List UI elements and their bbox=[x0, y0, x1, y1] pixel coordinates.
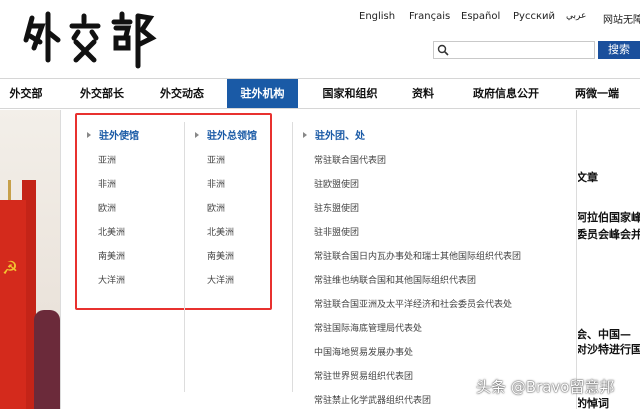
search-button[interactable]: 搜索 bbox=[598, 41, 640, 59]
embassies-heading[interactable]: 驻外使馆 bbox=[87, 127, 139, 142]
nav-item-countries[interactable]: 国家和组织 bbox=[311, 79, 389, 108]
lang-spanish-link[interactable]: Español bbox=[461, 11, 500, 22]
consulates-heading[interactable]: 驻外总领馆 bbox=[195, 127, 257, 142]
mission-link[interactable]: 常驻禁止化学武器组织代表团 bbox=[314, 393, 431, 406]
triangle-right-icon bbox=[87, 132, 91, 138]
consulate-region-link[interactable]: 非洲 bbox=[207, 177, 225, 190]
search-input[interactable] bbox=[452, 43, 592, 57]
mission-link[interactable]: 中国海地贸易发展办事处 bbox=[314, 345, 413, 358]
person-figure bbox=[34, 310, 60, 409]
mission-link[interactable]: 常驻世界贸易组织代表团 bbox=[314, 369, 413, 382]
nav-item-activities[interactable]: 外交动态 bbox=[146, 79, 218, 108]
mission-link[interactable]: 常驻联合国亚洲及太平洋经济和社会委员会代表处 bbox=[314, 297, 512, 310]
embassy-region-link[interactable]: 非洲 bbox=[98, 177, 116, 190]
nav-item-gov-info[interactable]: 政府信息公开 bbox=[462, 79, 550, 108]
embassies-title: 驻外使馆 bbox=[99, 131, 139, 142]
embassy-region-link[interactable]: 大洋洲 bbox=[98, 273, 125, 286]
news-photo[interactable]: ☭ bbox=[0, 110, 60, 409]
consulate-region-link[interactable]: 欧洲 bbox=[207, 201, 225, 214]
nav-item-resources[interactable]: 资料 bbox=[400, 79, 446, 108]
site-header: English Français Español Русский عربي 网站… bbox=[0, 0, 640, 76]
news-headline[interactable]: 文章 bbox=[578, 169, 598, 185]
mission-link[interactable]: 驻欧盟使团 bbox=[314, 177, 359, 190]
watermark-text: 头条 @Bravo留意邦 bbox=[476, 378, 615, 396]
lang-arabic-link[interactable]: عربي bbox=[566, 11, 586, 21]
consulate-region-link[interactable]: 北美洲 bbox=[207, 225, 234, 238]
language-bar: English Français Español Русский عربي 网站… bbox=[0, 11, 640, 26]
party-flag bbox=[0, 200, 26, 409]
news-headline[interactable]: 委员会峰会并对 bbox=[578, 226, 640, 242]
column-divider bbox=[292, 122, 293, 392]
mission-link[interactable]: 驻东盟使团 bbox=[314, 201, 359, 214]
news-headline[interactable]: 对沙特进行国 bbox=[578, 341, 640, 357]
accessibility-link[interactable]: 网站无障碍 bbox=[603, 11, 640, 26]
triangle-right-icon bbox=[195, 132, 199, 138]
consulate-region-link[interactable]: 亚洲 bbox=[207, 153, 225, 166]
main-nav: 外交部 外交部长 外交动态 驻外机构 国家和组织 资料 政府信息公开 两微一端 bbox=[0, 78, 640, 109]
news-list: 文章 阿拉伯国家峰 委员会峰会并对 会、中国— 对沙特进行国 的悼词 bbox=[578, 110, 640, 409]
mission-link[interactable]: 驻非盟使团 bbox=[314, 225, 359, 238]
consulate-region-link[interactable]: 南美洲 bbox=[207, 249, 234, 262]
news-headline[interactable]: 的悼词 bbox=[578, 395, 609, 409]
nav-item-minister[interactable]: 外交部长 bbox=[64, 79, 140, 108]
search-box bbox=[433, 41, 595, 59]
mission-link[interactable]: 常驻维也纳联合国和其他国际组织代表团 bbox=[314, 273, 476, 286]
missions-dropdown: 驻外使馆 亚洲 非洲 欧洲 北美洲 南美洲 大洋洲 驻外总领馆 亚洲 非洲 欧洲… bbox=[60, 110, 577, 409]
embassy-region-link[interactable]: 欧洲 bbox=[98, 201, 116, 214]
search-icon bbox=[437, 44, 449, 56]
embassy-region-link[interactable]: 北美洲 bbox=[98, 225, 125, 238]
hammer-sickle-icon: ☭ bbox=[2, 258, 19, 279]
missions-heading[interactable]: 驻外团、处 bbox=[303, 127, 365, 142]
news-headline[interactable]: 阿拉伯国家峰 bbox=[578, 209, 640, 225]
nav-item-mfa[interactable]: 外交部 bbox=[0, 79, 52, 108]
column-divider bbox=[184, 122, 185, 392]
nav-item-missions-abroad[interactable]: 驻外机构 bbox=[227, 79, 298, 108]
lang-russian-link[interactable]: Русский bbox=[513, 11, 555, 22]
mission-link[interactable]: 常驻国际海底管理局代表处 bbox=[314, 321, 422, 334]
consulates-title: 驻外总领馆 bbox=[207, 131, 257, 142]
embassy-region-link[interactable]: 亚洲 bbox=[98, 153, 116, 166]
mission-link[interactable]: 常驻联合国日内瓦办事处和瑞士其他国际组织代表团 bbox=[314, 249, 521, 262]
embassy-region-link[interactable]: 南美洲 bbox=[98, 249, 125, 262]
nav-item-social[interactable]: 两微一端 bbox=[563, 79, 631, 108]
triangle-right-icon bbox=[303, 132, 307, 138]
missions-title: 驻外团、处 bbox=[315, 131, 365, 142]
lang-french-link[interactable]: Français bbox=[409, 11, 450, 22]
mission-link[interactable]: 常驻联合国代表团 bbox=[314, 153, 386, 166]
lang-english-link[interactable]: English bbox=[359, 11, 395, 22]
news-headline[interactable]: 会、中国— bbox=[578, 326, 631, 342]
consulate-region-link[interactable]: 大洋洲 bbox=[207, 273, 234, 286]
